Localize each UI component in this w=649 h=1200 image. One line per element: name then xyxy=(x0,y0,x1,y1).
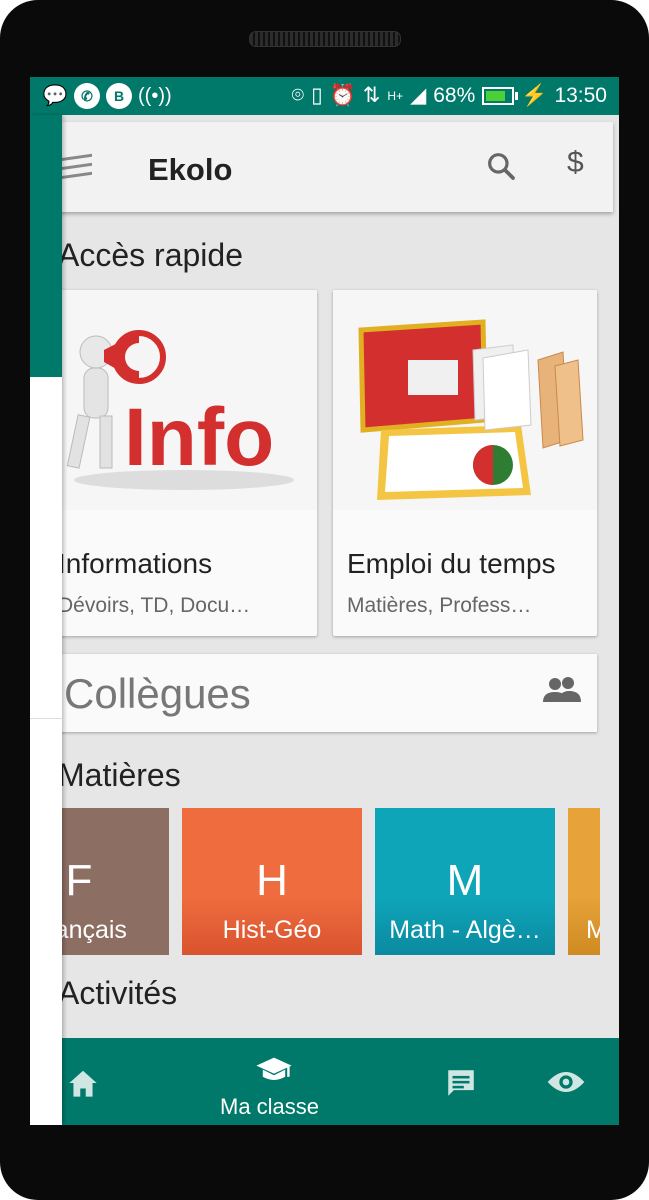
people-group-icon xyxy=(543,677,581,702)
schedule-title: Emploi du temps xyxy=(347,548,556,579)
nav-home[interactable] xyxy=(62,1038,132,1125)
colleagues-label: Collègues xyxy=(64,670,251,717)
nav-messages[interactable] xyxy=(440,1038,490,1125)
informations-subtitle: Dévoirs, TD, Docu… xyxy=(58,594,251,617)
menu-icon[interactable] xyxy=(60,153,92,183)
drawer-divider xyxy=(30,718,62,719)
navigation-drawer[interactable] xyxy=(30,115,62,1125)
status-bar: 💬 ✆ B ((•)) ⌾ ▯ ⏰ ⇅ H+ ◢ 68% ⚡ 13:50 xyxy=(30,77,619,115)
b-app-icon: B xyxy=(106,83,132,109)
quick-access-heading: Accès rapide xyxy=(58,237,243,273)
battery-percent: 68% xyxy=(433,83,476,107)
subject-name: Math - Algè… xyxy=(389,916,541,944)
speaker-grille xyxy=(249,31,401,47)
informations-card[interactable]: Info Informations Dévoirs, TD, Docu… xyxy=(44,290,317,636)
app-title: Ekolo xyxy=(148,152,233,187)
dollar-icon[interactable]: $ xyxy=(567,146,584,180)
subject-letter: M xyxy=(446,856,484,905)
battery-icon xyxy=(482,86,519,105)
drawer-header xyxy=(30,115,62,377)
vibrate-icon: ▯ xyxy=(311,84,323,107)
whatsapp-icon: ✆ xyxy=(74,83,100,109)
subject-letter: H xyxy=(256,856,288,905)
eye-icon xyxy=(547,1072,585,1092)
activities-heading: Activités xyxy=(58,975,178,1011)
schedule-image xyxy=(333,290,597,510)
colleagues-card[interactable]: Collègues xyxy=(44,654,597,732)
subject-name: M xyxy=(586,916,600,944)
clock: 13:50 xyxy=(554,83,607,107)
hotspot-icon: ⌾ xyxy=(291,83,305,107)
bottom-navigation: Ma classe xyxy=(30,1038,619,1125)
message-icon xyxy=(448,1070,474,1096)
schedule-subtitle: Matières, Profess… xyxy=(347,594,532,617)
subjects-heading: Matières xyxy=(58,757,181,793)
nav-active-label: Ma classe xyxy=(220,1094,320,1119)
chat-notification-icon: 💬 xyxy=(42,85,68,107)
nav-view[interactable] xyxy=(542,1038,602,1125)
network-type: H+ xyxy=(387,88,404,103)
nav-ma-classe[interactable]: Ma classe xyxy=(210,1038,340,1125)
subject-tile-hist-geo[interactable]: H Hist-Géo xyxy=(182,808,362,955)
phone-frame: 💬 ✆ B ((•)) ⌾ ▯ ⏰ ⇅ H+ ◢ 68% ⚡ 13:50 Eko… xyxy=(0,0,649,1200)
broadcast-icon: ((•)) xyxy=(138,85,172,107)
search-icon[interactable] xyxy=(485,150,517,182)
informations-image: Info xyxy=(44,290,317,510)
home-icon xyxy=(69,1070,97,1097)
charging-icon: ⚡ xyxy=(521,83,548,107)
screen: 💬 ✆ B ((•)) ⌾ ▯ ⏰ ⇅ H+ ◢ 68% ⚡ 13:50 Eko… xyxy=(30,77,619,1125)
signal-icon: ◢ xyxy=(410,84,427,107)
informations-title: Informations xyxy=(58,548,213,579)
graduation-cap-icon xyxy=(256,1057,292,1080)
subject-name: Hist-Géo xyxy=(222,916,322,944)
app-bar: Ekolo $ xyxy=(30,122,613,212)
subject-tile-partial[interactable]: M xyxy=(568,808,600,955)
data-transfer-icon: ⇅ xyxy=(362,84,381,107)
schedule-card[interactable]: Emploi du temps Matières, Profess… xyxy=(333,290,597,636)
alarm-icon: ⏰ xyxy=(329,83,356,107)
info-logo-text: Info xyxy=(124,392,274,483)
subject-tile-math[interactable]: M Math - Algè… xyxy=(375,808,555,955)
